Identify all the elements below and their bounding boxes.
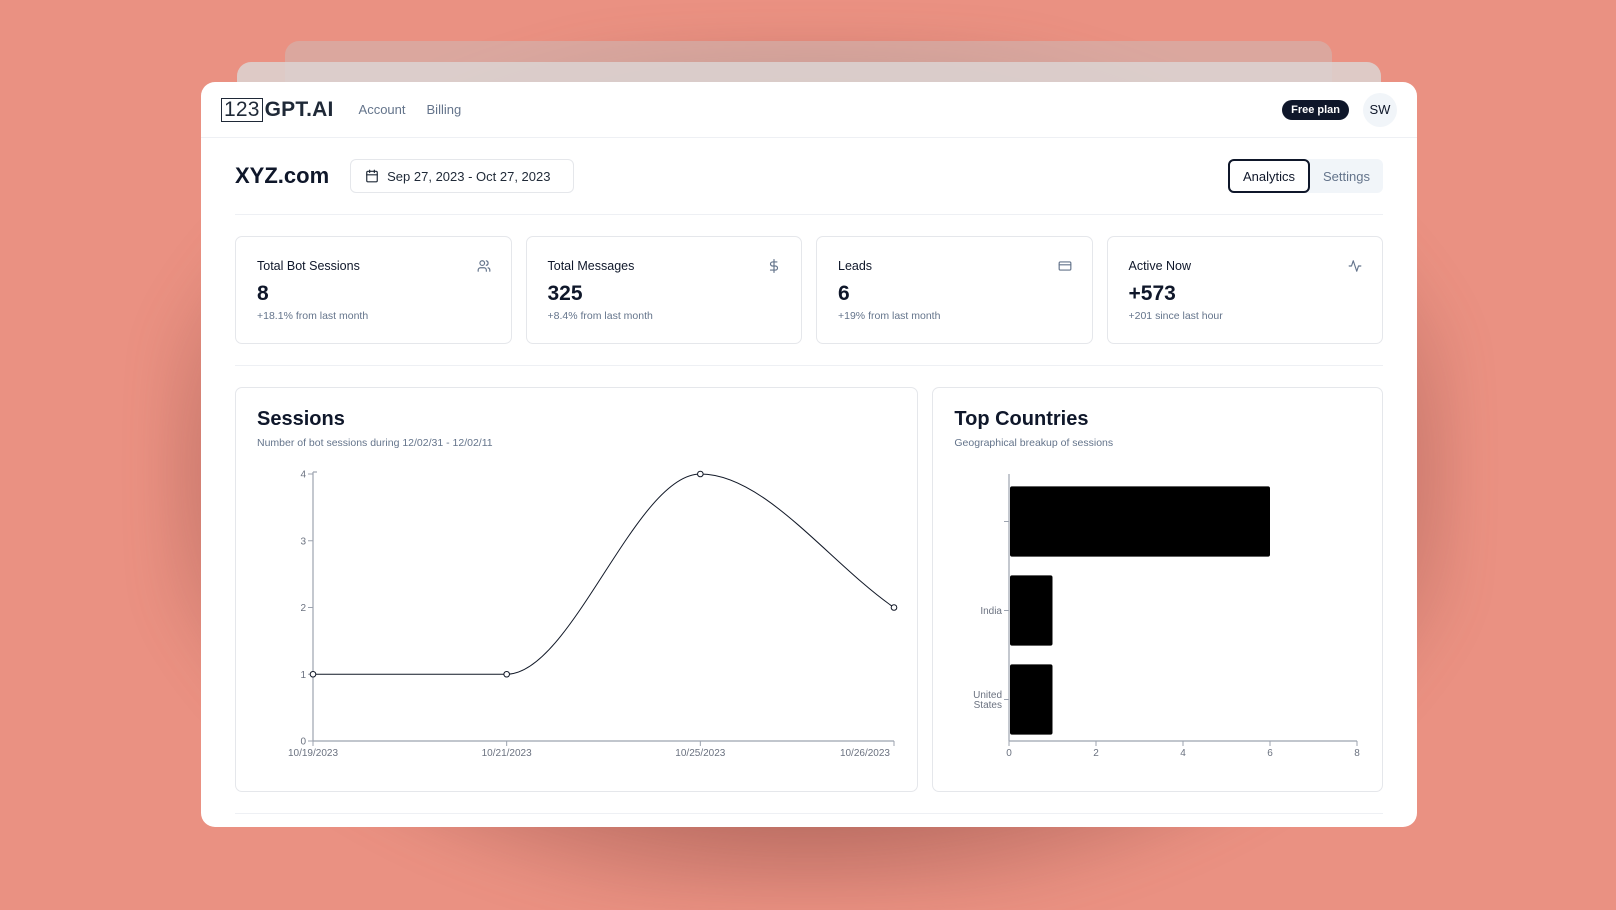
stat-title: Active Now	[1128, 259, 1192, 273]
stat-value: +573	[1128, 282, 1176, 305]
stat-card-total-bot-sessions: Total Bot Sessions 8 +18.1% from last mo…	[235, 236, 512, 344]
stat-value: 325	[547, 282, 583, 305]
charts-row: Sessions Number of bot sessions during 1…	[235, 366, 1383, 814]
stat-card-total-messages: Total Messages 325 +8.4% from last month	[525, 236, 802, 344]
x-tick-label: 6	[1268, 748, 1274, 759]
bar	[1010, 486, 1271, 557]
sessions-chart-card: Sessions Number of bot sessions during 1…	[235, 387, 919, 792]
page-header: XYZ.com Sep 27, 2023 - Oct 27, 2023 Anal…	[235, 138, 1383, 215]
stat-title: Leads	[838, 259, 873, 273]
x-tick-label: 2	[1094, 748, 1100, 759]
stat-card-active-now: Active Now +573 +201 since last hour	[1106, 236, 1383, 344]
x-tick-label: 10/21/2023	[482, 748, 532, 759]
stat-change: +201 since last hour	[1128, 310, 1223, 322]
date-range-picker[interactable]: Sep 27, 2023 - Oct 27, 2023	[350, 159, 575, 193]
logo-box-text: 123	[221, 97, 263, 122]
dollar-icon	[769, 259, 779, 273]
date-range-text: Sep 27, 2023 - Oct 27, 2023	[387, 168, 551, 184]
stats-row: Total Bot Sessions 8 +18.1% from last mo…	[235, 215, 1383, 366]
y-tick-label: States	[974, 700, 1002, 711]
top-navigation: 123 GPT.AI Account Billing Free plan SW	[201, 82, 1417, 138]
users-icon	[477, 260, 490, 272]
logo[interactable]: 123 GPT.AI	[221, 97, 334, 122]
stat-change: +8.4% from last month	[547, 310, 653, 322]
data-point	[503, 670, 510, 678]
sessions-line-chart: 0 1 2 3 4 10/19/2023 10/21/2023 10/25/2023 10/26…	[288, 470, 898, 759]
stat-value: 6	[838, 282, 850, 305]
x-tick-label: 10/26/2023	[840, 748, 890, 759]
tab-settings[interactable]: Settings	[1310, 159, 1383, 193]
x-tick-label: 4	[1181, 748, 1187, 759]
sessions-line	[313, 473, 895, 675]
y-tick-label: India	[981, 606, 1003, 617]
stat-change: +18.1% from last month	[257, 310, 369, 322]
data-point	[890, 604, 898, 611]
view-tabs: Analytics Settings	[1227, 159, 1383, 193]
stat-title: Total Messages	[547, 259, 635, 273]
y-tick-label: 3	[300, 536, 306, 547]
nav-link-billing[interactable]: Billing	[427, 102, 462, 117]
top-countries-chart-card: Top Countries Geographical breakup of se…	[932, 387, 1383, 792]
stat-change: +19% from last month	[838, 310, 941, 322]
y-tick-label: 0	[300, 737, 306, 748]
stat-value: 8	[257, 282, 269, 305]
calendar-icon	[366, 169, 378, 183]
data-point	[309, 670, 317, 678]
y-tick-label: 4	[300, 470, 306, 481]
bar	[1010, 575, 1053, 646]
y-tick-label: 1	[300, 670, 306, 681]
stat-card-leads: Leads 6 +19% from last month	[816, 236, 1093, 344]
x-tick-label: 8	[1355, 748, 1361, 759]
credit-card-icon	[1058, 261, 1071, 271]
nav-link-account[interactable]: Account	[359, 102, 406, 117]
activity-icon	[1348, 260, 1362, 272]
data-point	[697, 470, 704, 478]
tab-analytics[interactable]: Analytics	[1227, 159, 1311, 193]
stat-title: Total Bot Sessions	[257, 259, 360, 273]
app-window: 123 GPT.AI Account Billing Free plan SW …	[201, 82, 1417, 827]
x-tick-label: 10/19/2023	[288, 748, 338, 759]
y-tick-label: 2	[300, 603, 306, 614]
page-title: XYZ.com	[235, 163, 330, 188]
x-tick-label: 10/25/2023	[675, 748, 725, 759]
x-tick-label: 0	[1007, 748, 1013, 759]
bar	[1010, 664, 1053, 735]
plan-badge[interactable]: Free plan	[1282, 99, 1349, 120]
top-countries-bar-chart: 0 2 4 6 8IndiaUnitedStates	[973, 474, 1361, 759]
avatar[interactable]: SW	[1363, 92, 1397, 127]
logo-text: GPT.AI	[264, 97, 334, 121]
